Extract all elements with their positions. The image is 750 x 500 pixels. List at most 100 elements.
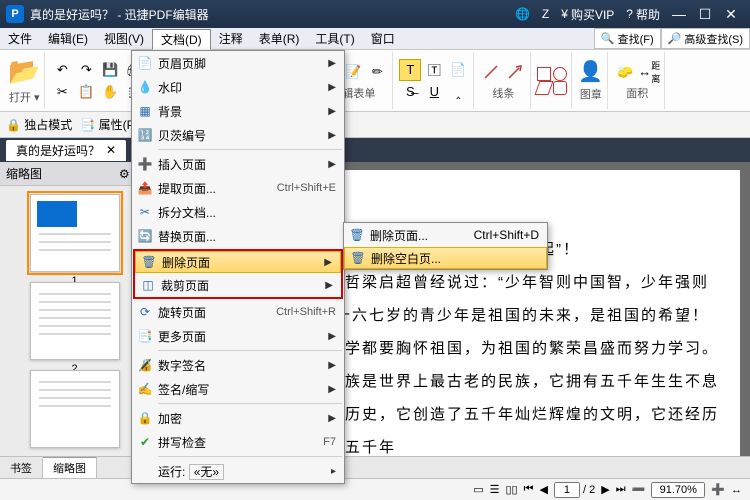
submenu-delete-pages[interactable]: 🗑删除页面...Ctrl+Shift+D <box>344 223 547 247</box>
menu-edit[interactable]: 编辑(E) <box>40 28 96 49</box>
minimize-button[interactable]: — <box>666 6 692 22</box>
bottom-tabbar: 书签 缩略图 <box>0 456 750 478</box>
underline-icon[interactable]: U <box>423 81 445 103</box>
pencil-icon[interactable]: ✏ <box>366 61 388 83</box>
tab-close-icon[interactable]: ✕ <box>106 143 116 157</box>
thumbnail-2[interactable]: 2 <box>30 282 120 360</box>
stamp-label: 图章 <box>580 86 602 102</box>
help-button[interactable]: ?帮助 <box>626 6 660 23</box>
layout-facing-icon[interactable]: ▯▯ <box>506 483 518 496</box>
note-icon[interactable]: 📄 <box>447 59 469 81</box>
menu-form[interactable]: 表单(R) <box>251 28 308 49</box>
arrow-icon[interactable] <box>504 61 526 83</box>
submenu-delete-blank[interactable]: 🗑删除空白页... <box>344 247 547 269</box>
open-group: 📂 打开 ▾ <box>4 52 45 109</box>
cut-icon[interactable]: ✂ <box>51 81 73 103</box>
strike-icon[interactable]: S̶ <box>399 81 421 103</box>
menu-run[interactable]: 运行: «无»▸ <box>132 459 344 483</box>
prev-page-icon[interactable]: ◀ <box>540 483 548 496</box>
menu-encrypt[interactable]: 🔒加密▶ <box>132 406 344 430</box>
distance-icon[interactable]: ↔距离 <box>638 61 660 83</box>
menu-headerfooter[interactable]: 📄页眉页脚▶ <box>132 51 344 75</box>
page-input[interactable] <box>554 482 580 498</box>
ribbon: 📂 打开 ▾ ↶ ↷ 💾 🖨 ✉ ✂ 📋 ✋ ⬚ 📷 ➖➕ % ⟲ ⟳ ⟳ 缩小 <box>0 50 750 112</box>
delete-page-submenu: 🗑删除页面...Ctrl+Shift+D 🗑删除空白页... <box>343 222 548 270</box>
menu-document[interactable]: 文档(D) <box>152 29 211 50</box>
layout-cont-icon[interactable]: ☰ <box>490 483 500 496</box>
menu-digital-sign[interactable]: 🔏数字签名▶ <box>132 353 344 377</box>
zoom-input[interactable] <box>651 482 705 498</box>
copy-icon[interactable]: 📋 <box>75 81 97 103</box>
document-tabbar: 真的是好运吗？✕ <box>0 138 750 162</box>
highlight-icon[interactable]: T <box>399 59 421 81</box>
menu-rotate-page[interactable]: ⟳旋转页面Ctrl+Shift+R <box>132 300 344 324</box>
find-button[interactable]: 🔍查找(F) <box>594 28 661 49</box>
eraser-icon[interactable]: 🧽 <box>614 61 636 83</box>
titlebar: P 真的是好运吗？ - 迅捷PDF编辑器 🌐 Z ¥购买VIP ?帮助 — ☐ … <box>0 0 750 28</box>
hand-icon[interactable]: ✋ <box>99 81 121 103</box>
thumbnail-panel: 缩略图⚙ ✕ 1 2 <box>0 162 150 456</box>
menu-watermark[interactable]: 💧水印▶ <box>132 75 344 99</box>
caret-icon[interactable]: ‸ <box>447 81 469 103</box>
user-label[interactable]: Z <box>542 7 549 21</box>
window-title: 真的是好运吗？ - 迅捷PDF编辑器 <box>30 6 209 23</box>
menu-replace-page[interactable]: 🔄替换页面... <box>132 224 344 248</box>
folder-open-icon[interactable]: 📂 <box>8 56 40 87</box>
menu-extract-page[interactable]: 📤提取页面...Ctrl+Shift+E <box>132 176 344 200</box>
globe-icon[interactable]: 🌐 <box>515 7 530 21</box>
menu-crop-page[interactable]: ◫裁剪页面▶ <box>135 273 341 297</box>
circle-shape-icon[interactable] <box>553 67 567 81</box>
menu-spellcheck[interactable]: ✔拼写检查F7 <box>132 430 344 454</box>
area-label: 面积 <box>626 85 648 101</box>
form-edit-icon[interactable]: 📝 <box>342 61 364 83</box>
next-page-icon[interactable]: ▶ <box>601 483 609 496</box>
redo-icon[interactable]: ↷ <box>75 59 97 81</box>
zoom-out-status-icon[interactable]: ➖ <box>632 483 646 496</box>
thumbnail-title: 缩略图 <box>6 165 42 182</box>
layout-single-icon[interactable]: ▭ <box>473 483 483 496</box>
workarea: 缩略图⚙ ✕ 1 2 ！ 我演讲的题目是“和祖国在一起”！ 先哲梁启超曾经说过：… <box>0 162 750 456</box>
menu-split-doc[interactable]: ✂拆分文档... <box>132 200 344 224</box>
maximize-button[interactable]: ☐ <box>692 6 718 23</box>
save-icon[interactable]: 💾 <box>99 59 121 81</box>
close-button[interactable]: ✕ <box>718 6 744 23</box>
menu-background[interactable]: ▦背景▶ <box>132 99 344 123</box>
poly-shape-icon[interactable] <box>535 81 554 95</box>
lines-label: 线条 <box>492 85 514 101</box>
document-tab[interactable]: 真的是好运吗？✕ <box>6 140 126 161</box>
menu-delete-page[interactable]: 🗑删除页面▶ <box>135 251 341 273</box>
buy-vip-button[interactable]: ¥购买VIP <box>561 6 614 23</box>
first-page-icon[interactable]: ⏮ <box>524 483 534 496</box>
advanced-find-button[interactable]: 🔎高级查找(S) <box>661 28 750 49</box>
quickbar: 🔒 独占模式 📑 属性(P)... <box>0 112 750 138</box>
rect-shape-icon[interactable] <box>537 67 551 81</box>
line-icon[interactable] <box>480 61 502 83</box>
document-menu: 📄页眉页脚▶ 💧水印▶ ▦背景▶ 🔢贝茨编号▶ ➕插入页面▶ 📤提取页面...C… <box>131 50 345 484</box>
app-logo: P <box>6 5 24 23</box>
menu-bates[interactable]: 🔢贝茨编号▶ <box>132 123 344 147</box>
page-content: ！ 我演讲的题目是“和祖国在一起”！ 先哲梁启超曾经说过：“少年智则中国智，少年… <box>310 170 740 456</box>
textbox-icon[interactable]: 🅃 <box>423 59 445 81</box>
bookmark-tab[interactable]: 书签 <box>0 458 43 478</box>
menu-sign[interactable]: ✍签名/缩写▶ <box>132 377 344 401</box>
menubar: 文件 编辑(E) 视图(V) 文档(D) 注释 表单(R) 工具(T) 窗口 🔍… <box>0 28 750 50</box>
menu-file[interactable]: 文件 <box>0 28 40 49</box>
open-label[interactable]: 打开 <box>9 92 31 104</box>
zoom-in-status-icon[interactable]: ➕ <box>711 483 725 496</box>
menu-view[interactable]: 视图(V) <box>96 28 152 49</box>
menu-window[interactable]: 窗口 <box>363 28 403 49</box>
undo-icon[interactable]: ↶ <box>51 59 73 81</box>
exclusive-mode-button[interactable]: 🔒 独占模式 <box>6 116 72 133</box>
statusbar: ▭ ☰ ▯▯ ⏮ ◀ / 2 ▶ ⏭ ➖ ➕ ↔ <box>0 478 750 500</box>
thumbnail-tab[interactable]: 缩略图 <box>43 457 97 478</box>
thumbnail-3[interactable] <box>30 370 120 448</box>
thumbnail-1[interactable]: 1 <box>30 194 120 272</box>
stamp-icon[interactable]: 👤 <box>578 59 603 84</box>
cloud-shape-icon[interactable] <box>553 81 567 95</box>
menu-tool[interactable]: 工具(T) <box>307 28 362 49</box>
menu-insert-page[interactable]: ➕插入页面▶ <box>132 152 344 176</box>
fit-width-icon[interactable]: ↔ <box>731 484 742 496</box>
menu-more-pages[interactable]: 📑更多页面▶ <box>132 324 344 348</box>
menu-comment[interactable]: 注释 <box>211 28 251 49</box>
last-page-icon[interactable]: ⏭ <box>616 483 626 496</box>
